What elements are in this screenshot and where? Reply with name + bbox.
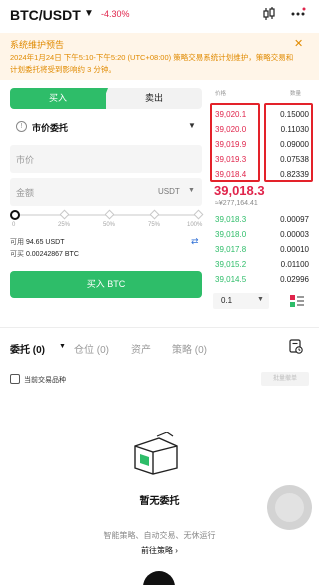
buy-button[interactable]: 买入 BTC xyxy=(10,271,202,298)
tab-assets[interactable]: 资产 xyxy=(131,341,151,356)
tab-strategies[interactable]: 策略 (0) xyxy=(172,341,207,356)
depth-select[interactable]: 0.1 ▼ xyxy=(213,293,269,309)
current-pair-label[interactable]: 当前交易品种 xyxy=(24,375,66,385)
chevron-down-icon: ▼ xyxy=(257,296,264,303)
candlestick-icon[interactable] xyxy=(261,6,277,22)
slider-label: 100% xyxy=(187,222,203,228)
bid-price[interactable]: 39,014.5 xyxy=(215,275,246,284)
slider-mark-75[interactable] xyxy=(149,209,160,220)
assistive-touch-button[interactable] xyxy=(267,485,312,530)
slider-label: 50% xyxy=(103,222,116,228)
slider-handle[interactable] xyxy=(10,210,20,220)
batch-cancel-button[interactable]: 批量撤单 xyxy=(261,372,309,386)
amount-unit[interactable]: USDT xyxy=(158,187,180,196)
orderbook-price-header: 价格 xyxy=(215,91,227,97)
order-type-label: 市价委托 xyxy=(32,123,69,133)
available-value: 94.65 USDT xyxy=(25,239,65,246)
bottom-logo-icon[interactable] xyxy=(143,571,175,585)
info-icon[interactable]: ! xyxy=(16,121,27,132)
price-placeholder: 市价 xyxy=(16,155,35,165)
orderbook-qty-header: 数量 xyxy=(290,91,302,97)
bid-qty: 0.02996 xyxy=(280,275,309,284)
notice-body: 2024年1月24日 下午5:10-下午5:20 (UTC+08:00) 策略交… xyxy=(10,53,294,74)
bid-price[interactable]: 39,018.3 xyxy=(215,215,246,224)
highlight-box-prices xyxy=(210,103,260,182)
orderbook-layout-icon[interactable] xyxy=(290,295,304,307)
tab-sell[interactable]: 卖出 xyxy=(106,88,202,109)
chevron-down-icon[interactable]: ▼ xyxy=(59,343,66,350)
price-field[interactable]: 市价 xyxy=(10,145,202,173)
section-divider xyxy=(0,327,319,328)
current-pair-checkbox[interactable] xyxy=(10,374,20,384)
last-price[interactable]: 39,018.3 xyxy=(214,183,265,198)
pair-dropdown-icon[interactable]: ▼ xyxy=(84,8,94,19)
can-buy-amount: 可买 0.00242867 BTC xyxy=(10,249,79,259)
tab-positions[interactable]: 仓位 (0) xyxy=(74,341,109,356)
bid-price[interactable]: 39,018.0 xyxy=(215,230,246,239)
bid-price[interactable]: 39,017.8 xyxy=(215,245,246,254)
slider-mark-25[interactable] xyxy=(59,209,70,220)
bid-qty: 0.00097 xyxy=(280,215,309,224)
more-dots-icon[interactable] xyxy=(290,6,306,22)
last-price-fiat: ≈¥277,164.41 xyxy=(215,200,258,207)
highlight-box-quantities xyxy=(264,103,313,182)
depth-value: 0.1 xyxy=(221,296,233,305)
bid-qty: 0.00003 xyxy=(280,230,309,239)
slider-mark-50[interactable] xyxy=(104,209,115,220)
slider-label: 25% xyxy=(58,222,71,228)
can-buy-label: 可买 xyxy=(10,251,24,258)
tab-divider xyxy=(100,88,108,109)
chevron-down-icon[interactable]: ▼ xyxy=(188,187,195,194)
can-buy-value: 0.00242867 BTC xyxy=(25,251,79,258)
assistive-touch-inner xyxy=(275,493,304,522)
bid-qty: 0.01100 xyxy=(280,260,309,269)
tab-orders[interactable]: 委托 (0) xyxy=(10,341,45,356)
slider-label: 75% xyxy=(148,222,161,228)
chevron-down-icon: ▼ xyxy=(188,121,196,130)
bid-price[interactable]: 39,015.2 xyxy=(215,260,246,269)
empty-box-icon xyxy=(134,432,178,475)
close-icon[interactable]: ✕ xyxy=(294,37,303,50)
tab-buy[interactable]: 买入 xyxy=(10,88,106,109)
empty-subtitle: 智能策略、自动交易、无休运行 xyxy=(103,531,216,540)
bid-qty: 0.00010 xyxy=(280,245,309,254)
notice-title: 系统维护预告 xyxy=(10,40,65,50)
header: BTC/USDT ▼ -4.30% xyxy=(0,0,319,30)
go-strategy-link[interactable]: 前往策略 › xyxy=(0,545,319,556)
order-history-icon[interactable] xyxy=(289,339,303,354)
slider-mark-100[interactable] xyxy=(193,209,204,220)
available-balance: 可用 94.65 USDT xyxy=(10,237,64,247)
available-label: 可用 xyxy=(10,239,24,246)
amount-field[interactable]: 金额 USDT ▼ xyxy=(10,178,202,206)
price-change: -4.30% xyxy=(101,9,130,19)
transfer-icon[interactable]: ⇄ xyxy=(191,236,199,247)
slider-label: 0 xyxy=(12,222,16,228)
order-type-select[interactable]: ! 市价委托 ▼ xyxy=(10,116,202,138)
amount-placeholder: 金额 xyxy=(16,188,35,198)
pair-title[interactable]: BTC/USDT xyxy=(10,7,81,23)
